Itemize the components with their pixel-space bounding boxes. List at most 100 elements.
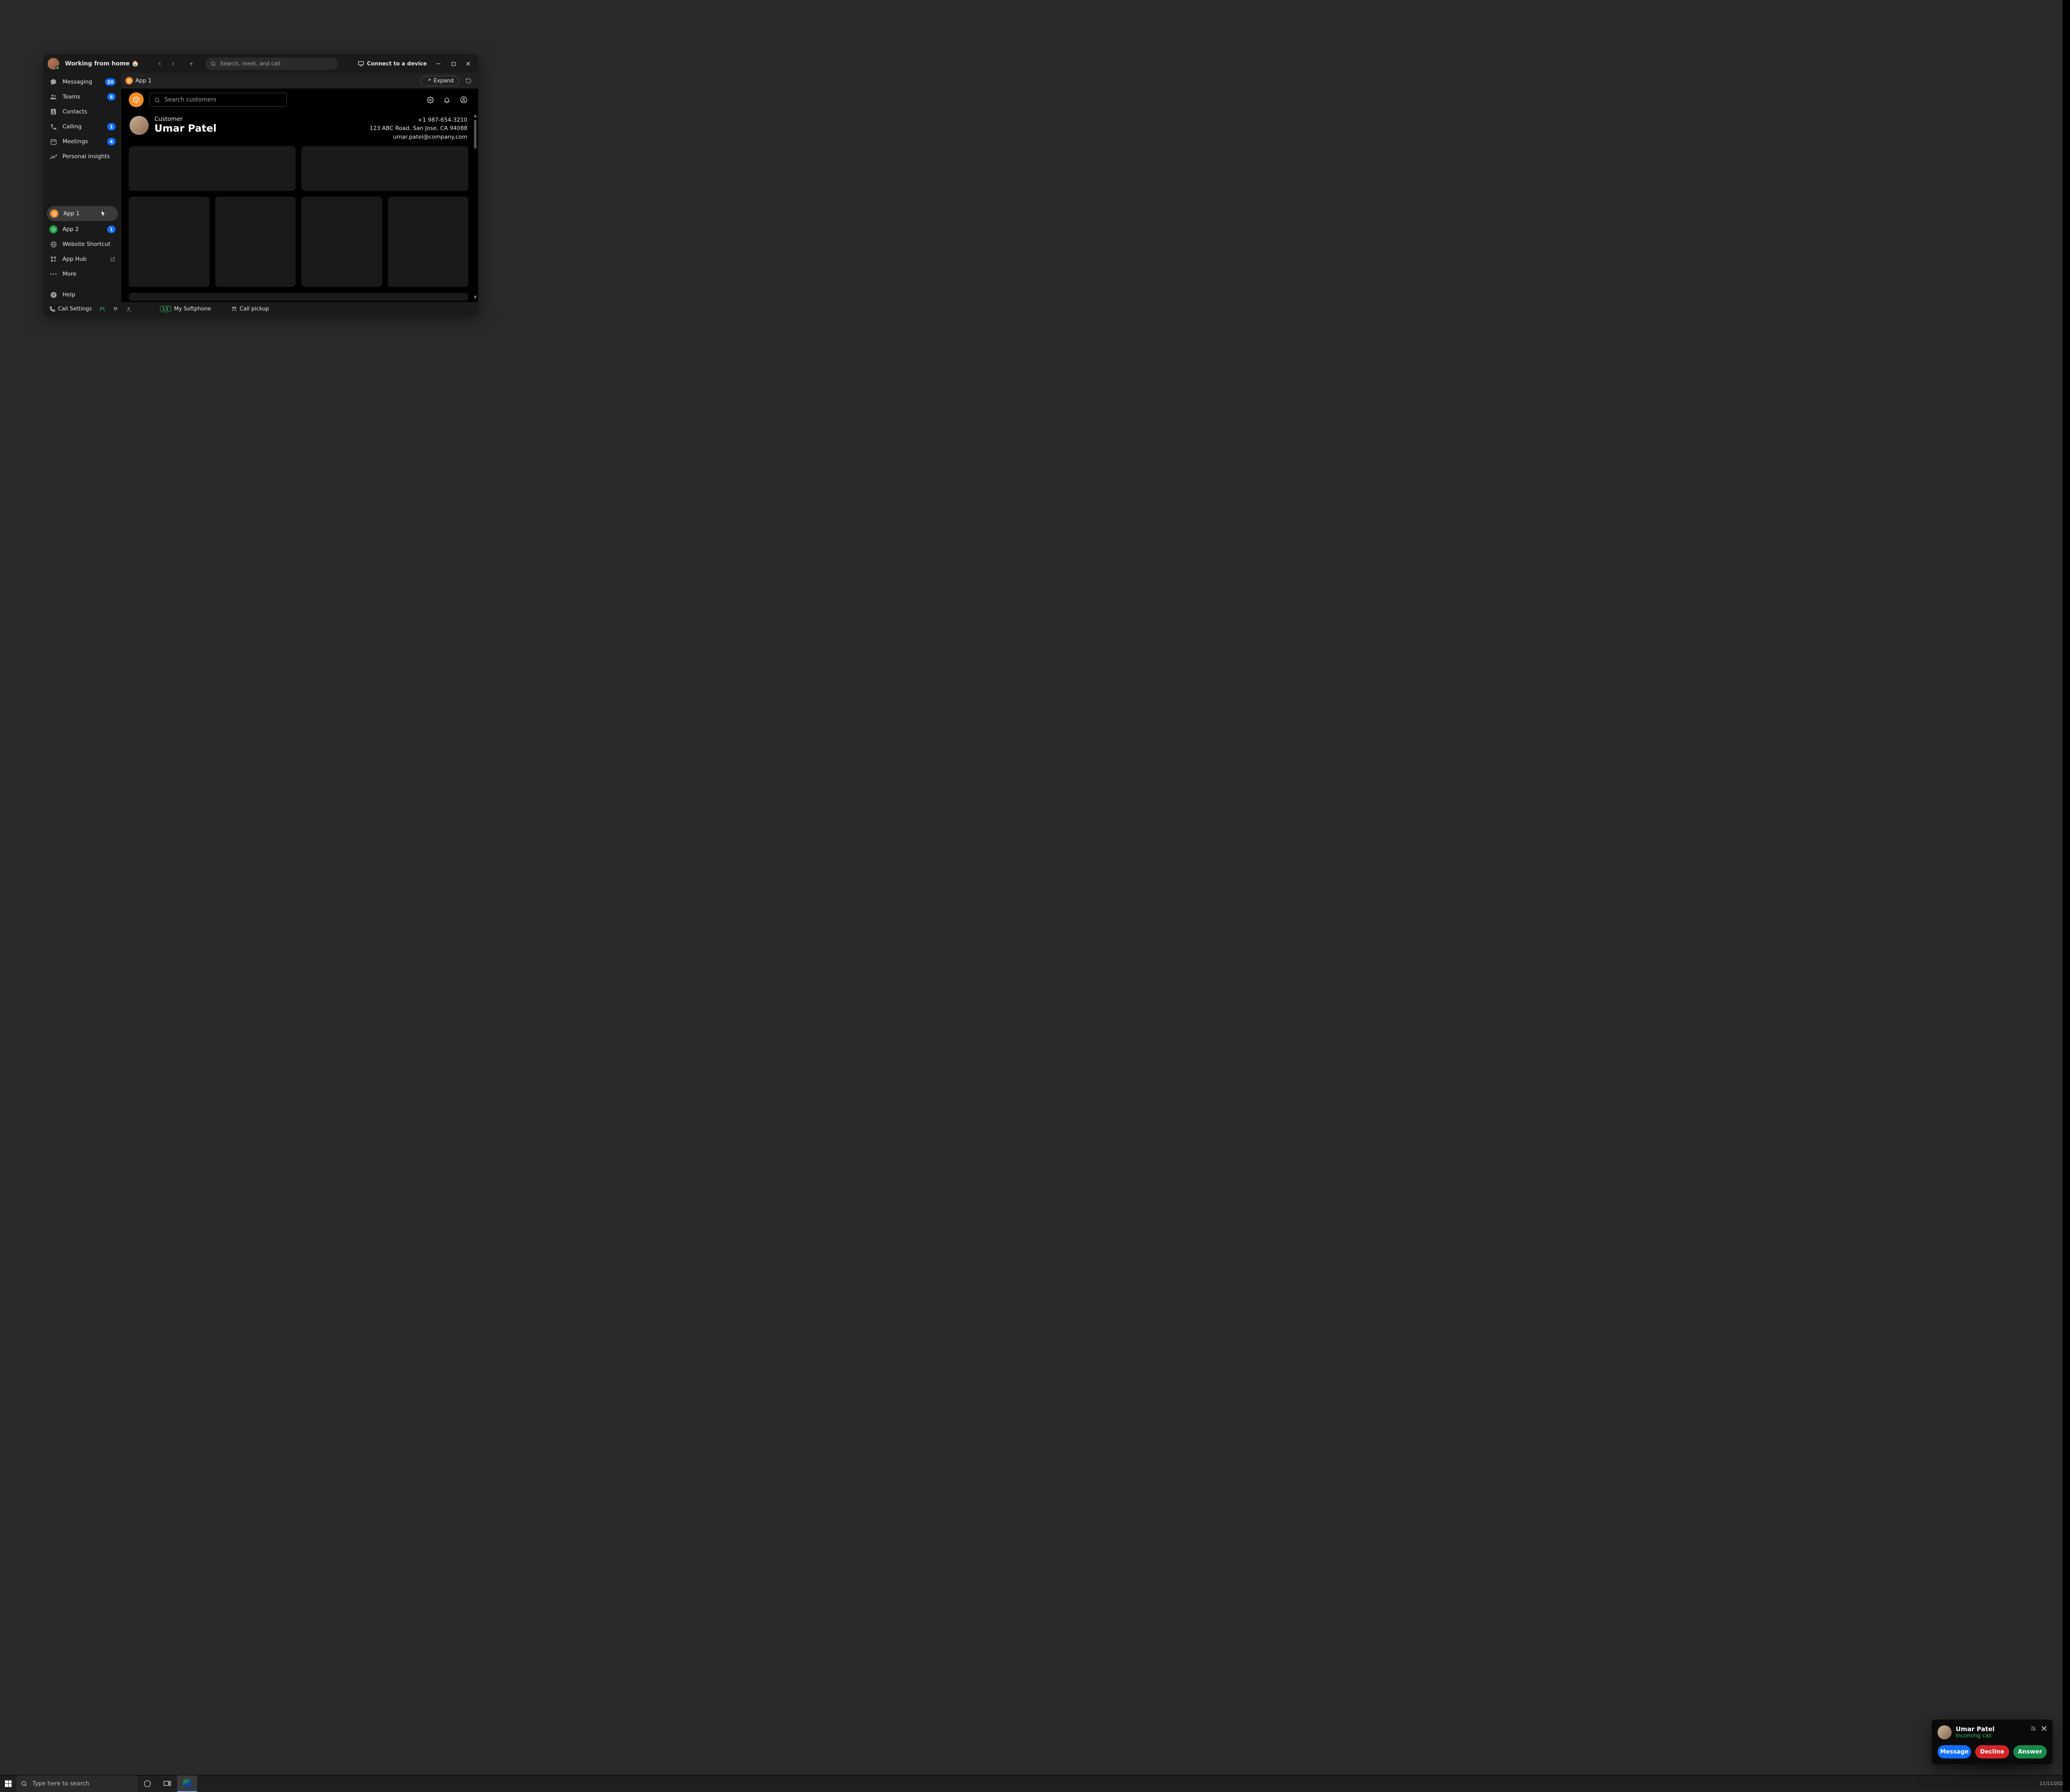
new-tab-button[interactable] <box>185 58 197 70</box>
scroll-up-icon[interactable]: ▲ <box>474 113 477 118</box>
sidebar-item-app1[interactable]: App 1 <box>47 206 118 221</box>
nav-back-button[interactable] <box>154 58 166 70</box>
tab-strip: App 1 Expand <box>121 73 478 89</box>
decline-label: Decline <box>1980 1749 2004 1755</box>
expand-label: Expand <box>433 78 454 84</box>
presence-status-text[interactable]: Working from home 🏠 <box>65 60 139 67</box>
content-card[interactable] <box>301 146 468 191</box>
customer-avatar[interactable] <box>130 116 149 135</box>
call-forward-icon[interactable] <box>126 306 132 312</box>
sidebar-item-app-hub[interactable]: App Hub <box>43 252 121 267</box>
mute-alert-button[interactable] <box>2030 1725 2036 1732</box>
embedded-app-logo[interactable] <box>129 92 144 107</box>
content-card[interactable] <box>129 197 209 287</box>
profile-button[interactable] <box>460 96 471 103</box>
global-search-input[interactable] <box>219 60 333 67</box>
gear-icon <box>427 96 434 103</box>
minimize-button[interactable] <box>431 56 446 71</box>
scroll-down-icon[interactable]: ▼ <box>474 295 477 300</box>
titlebar: Working from home 🏠 Connect to a device <box>43 55 478 73</box>
sidebar-badge: 1 <box>107 226 116 233</box>
search-icon <box>154 97 160 103</box>
expand-button[interactable]: Expand <box>420 76 459 86</box>
tab-label: App 1 <box>135 77 152 84</box>
decline-button[interactable]: Decline <box>1975 1745 2009 1758</box>
start-button[interactable] <box>0 1775 17 1792</box>
content-card[interactable] <box>129 293 468 301</box>
embedded-app-toolbar <box>121 89 478 111</box>
sidebar-item-app2[interactable]: App 2 1 <box>43 222 121 237</box>
message-button[interactable]: Message <box>1938 1745 1971 1758</box>
call-merge-icon[interactable] <box>113 306 118 312</box>
sidebar-item-label: Teams <box>63 94 102 100</box>
task-view-button[interactable] <box>157 1775 177 1792</box>
customer-name: Umar Patel <box>154 123 217 134</box>
taskbar-search-input[interactable] <box>31 1780 105 1787</box>
sidebar-item-insights[interactable]: Personal insights <box>43 149 121 164</box>
connect-device-label: Connect to a device <box>367 61 427 67</box>
softphone-selector[interactable]: L1 My Softphone <box>160 306 211 312</box>
sidebar-item-calling[interactable]: Calling 1 <box>43 119 121 134</box>
app2-icon <box>49 225 58 233</box>
sidebar-item-help[interactable]: ? Help <box>43 287 121 302</box>
card-row <box>129 197 468 287</box>
search-icon <box>21 1780 27 1787</box>
close-button[interactable] <box>461 56 476 71</box>
cortana-button[interactable] <box>137 1775 157 1792</box>
sidebar: Messaging 20 Teams 8 Contacts <box>43 73 121 302</box>
tab-app1[interactable]: App 1 <box>125 77 152 84</box>
softphone-label: My Softphone <box>174 306 211 312</box>
sidebar-item-contacts[interactable]: Contacts <box>43 104 121 119</box>
maximize-button[interactable] <box>446 56 461 71</box>
insights-icon <box>49 152 58 161</box>
answer-button[interactable]: Answer <box>2013 1745 2047 1758</box>
content-card[interactable] <box>301 197 382 287</box>
sidebar-item-label: Calling <box>63 123 102 130</box>
customer-role: Customer <box>154 116 217 123</box>
phone-icon <box>49 123 58 131</box>
taskbar-search[interactable] <box>17 1775 137 1792</box>
help-icon: ? <box>49 291 58 299</box>
sidebar-item-meetings[interactable]: Meetings 4 <box>43 134 121 149</box>
main-column: App 1 Expand <box>121 73 478 302</box>
content-card[interactable] <box>215 197 296 287</box>
app-footer: Call Settings L1 My Softphone Call picku… <box>43 302 478 315</box>
sidebar-item-messaging[interactable]: Messaging 20 <box>43 75 121 89</box>
user-avatar[interactable] <box>48 58 59 70</box>
scroll-thumb[interactable] <box>474 120 477 149</box>
webex-app-window: Working from home 🏠 Connect to a device <box>43 55 478 315</box>
notifications-button[interactable] <box>443 96 454 103</box>
call-status: Incoming call <box>1956 1733 1995 1739</box>
windows-taskbar: 11/11/2021 <box>0 1775 2070 1792</box>
global-search[interactable] <box>205 58 338 70</box>
close-toast-button[interactable] <box>2041 1726 2047 1731</box>
svg-text:?: ? <box>52 293 54 298</box>
sidebar-item-label: Meetings <box>63 138 102 145</box>
cast-icon <box>358 60 364 67</box>
call-settings-button[interactable]: Call Settings <box>49 306 92 312</box>
content-card[interactable] <box>388 197 469 287</box>
embedded-app-content: Customer Umar Patel +1 987-654-3210 123 … <box>121 111 478 302</box>
content-card[interactable] <box>129 146 296 191</box>
call-pickup-label: Call pickup <box>240 306 269 312</box>
customer-search[interactable] <box>149 93 287 107</box>
card-row <box>129 293 468 301</box>
customer-search-input[interactable] <box>164 96 282 103</box>
user-circle-icon <box>460 96 467 103</box>
settings-button[interactable] <box>427 96 438 103</box>
sidebar-item-website-shortcut[interactable]: Website Shortcut <box>43 237 121 252</box>
line-indicator: L1 <box>160 306 172 312</box>
queue-status-icon[interactable] <box>99 306 105 312</box>
nav-forward-button[interactable] <box>167 58 179 70</box>
customer-phone: +1 987-654-3210 <box>370 116 467 124</box>
scrollbar[interactable]: ▲ ▼ <box>473 113 477 300</box>
calendar-icon <box>49 137 58 146</box>
refresh-button[interactable] <box>462 75 474 87</box>
taskbar-app-webex[interactable] <box>177 1775 197 1792</box>
call-pickup-button[interactable]: Call pickup <box>231 306 269 312</box>
call-settings-label: Call Settings <box>58 306 92 312</box>
sidebar-item-more[interactable]: More <box>43 267 121 281</box>
sidebar-item-label: Messaging <box>63 79 100 85</box>
connect-device-button[interactable]: Connect to a device <box>358 60 427 67</box>
sidebar-item-teams[interactable]: Teams 8 <box>43 89 121 104</box>
